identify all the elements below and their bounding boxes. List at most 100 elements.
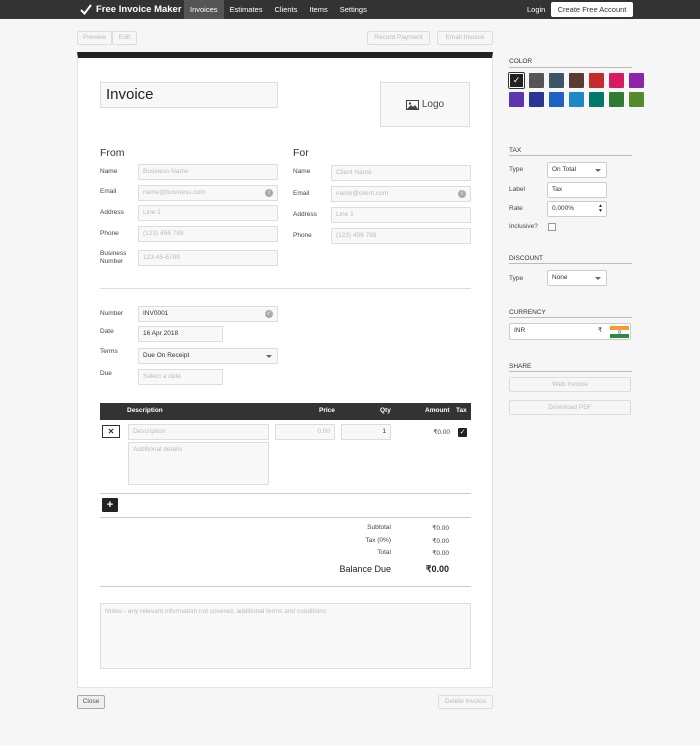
currency-select[interactable]: INR ₹ xyxy=(509,323,631,340)
logo-upload[interactable]: Logo xyxy=(380,82,470,127)
login-link[interactable]: Login xyxy=(527,0,545,19)
remove-item-button[interactable]: ✕ xyxy=(102,425,120,438)
color-swatch[interactable] xyxy=(629,92,644,107)
from-heading: From xyxy=(100,147,125,159)
divider xyxy=(100,288,471,289)
client-email-input[interactable]: name@client.com i xyxy=(331,186,471,202)
color-swatch[interactable] xyxy=(529,92,544,107)
tax-label-input[interactable]: Tax xyxy=(547,182,607,198)
nav-clients[interactable]: Clients xyxy=(268,0,303,19)
download-pdf-button[interactable]: Download PDF xyxy=(509,400,631,415)
spinner-arrows-icon[interactable]: ▲ ▼ xyxy=(598,204,603,214)
divider xyxy=(509,67,632,68)
col-tax: Tax xyxy=(456,407,467,414)
logo-label: Logo xyxy=(421,99,445,110)
business-number-label-line2: Number xyxy=(100,258,124,265)
delete-invoice-button[interactable]: Delete Invoice xyxy=(438,695,493,709)
share-heading: SHARE xyxy=(509,363,532,370)
color-swatch[interactable] xyxy=(549,92,564,107)
invoice-title-input[interactable]: Invoice xyxy=(100,82,278,108)
edit-button[interactable]: Edit xyxy=(112,31,137,45)
brand[interactable]: Free Invoice Maker xyxy=(80,0,182,19)
business-email-placeholder: name@business.com xyxy=(143,189,206,196)
business-phone-input[interactable]: (123) 456 789 xyxy=(138,226,278,242)
color-swatch[interactable]: ✓ xyxy=(508,72,525,89)
color-swatch[interactable] xyxy=(589,73,604,88)
notes-textarea[interactable]: Notes - any relevant information not cov… xyxy=(100,603,471,669)
balance-due-value: ₹0.00 xyxy=(425,564,449,574)
business-number-label: Business Number xyxy=(100,250,126,266)
tax-type-label: Type xyxy=(509,166,524,173)
color-swatch[interactable] xyxy=(529,73,544,88)
subtotal-label: Subtotal xyxy=(367,524,391,531)
tax-type-select[interactable]: On Total xyxy=(547,162,607,178)
info-icon: i xyxy=(265,189,273,197)
terms-value: Due On Receipt xyxy=(143,352,190,359)
divider xyxy=(100,517,471,518)
color-swatch[interactable] xyxy=(569,92,584,107)
divider xyxy=(509,371,632,372)
color-swatch[interactable] xyxy=(509,92,524,107)
add-item-button[interactable]: + xyxy=(102,498,118,512)
due-label: Due xyxy=(100,370,112,377)
business-name-input[interactable]: Business Name xyxy=(138,164,278,180)
web-invoice-button[interactable]: Web Invoice xyxy=(509,377,631,392)
terms-select[interactable]: Due On Receipt xyxy=(138,348,278,364)
info-icon: i xyxy=(458,190,466,198)
chevron-down-icon xyxy=(266,355,272,358)
close-button[interactable]: Close xyxy=(77,695,105,709)
business-number-label-line1: Business xyxy=(100,250,127,257)
nav-settings[interactable]: Settings xyxy=(334,0,373,19)
client-address-input[interactable]: Line 1 xyxy=(331,207,471,223)
check-icon: ✓ xyxy=(265,310,273,318)
color-swatch[interactable] xyxy=(609,73,624,88)
client-phone-input[interactable]: (123) 456 789 xyxy=(331,228,471,244)
currency-symbol: ₹ xyxy=(598,327,603,334)
nav-items[interactable]: Items xyxy=(303,0,333,19)
col-description: Description xyxy=(127,407,163,414)
color-swatch[interactable] xyxy=(589,92,604,107)
client-email-placeholder: name@client.com xyxy=(336,190,389,197)
item-qty-input[interactable]: 1 xyxy=(341,424,391,440)
item-amount: ₹0.00 xyxy=(433,429,450,436)
color-swatch[interactable] xyxy=(569,73,584,88)
subtotal-value: ₹0.00 xyxy=(432,525,449,532)
from-phone-label: Phone xyxy=(100,230,119,237)
for-email-label: Email xyxy=(293,190,310,197)
business-address-input[interactable]: Line 1 xyxy=(138,205,278,221)
business-number-input[interactable]: 123-45-6789 xyxy=(138,250,278,266)
nav-links: Invoices Estimates Clients Items Setting… xyxy=(184,0,373,19)
record-payment-button[interactable]: Record Payment xyxy=(367,31,430,45)
color-swatch[interactable] xyxy=(549,73,564,88)
date-label: Date xyxy=(100,328,114,335)
discount-type-select[interactable]: None xyxy=(547,270,607,286)
due-date-input[interactable]: Select a date xyxy=(138,369,223,385)
discount-type-label: Type xyxy=(509,275,524,282)
tax-total-label: Tax (0%) xyxy=(365,537,391,544)
invoice-date-input[interactable]: 16 Apr 2018 xyxy=(138,326,223,342)
item-price-input[interactable]: 0.00 xyxy=(275,424,335,440)
preview-button[interactable]: Preview xyxy=(77,31,112,45)
item-description-input[interactable]: Description xyxy=(128,424,269,440)
client-name-input[interactable]: Client Name xyxy=(331,165,471,181)
invoice-number-input[interactable]: INV0001 ✓ xyxy=(138,306,278,322)
create-account-button[interactable]: Create Free Account xyxy=(551,2,633,17)
from-email-label: Email xyxy=(100,188,117,195)
discount-type-value: None xyxy=(552,274,568,281)
inclusive-checkbox[interactable] xyxy=(548,223,556,231)
item-details-input[interactable]: Additional details xyxy=(128,442,269,485)
number-label: Number xyxy=(100,310,124,317)
currency-heading: CURRENCY xyxy=(509,309,546,316)
nav-invoices[interactable]: Invoices xyxy=(184,0,224,19)
tax-rate-input[interactable]: 0.000% ▲ ▼ xyxy=(547,201,607,217)
for-phone-label: Phone xyxy=(293,232,312,239)
col-amount: Amount xyxy=(425,407,450,414)
tax-type-value: On Total xyxy=(552,166,577,173)
item-tax-checkbox[interactable]: ✓ xyxy=(458,428,467,437)
email-invoice-button[interactable]: Email Invoice xyxy=(437,31,493,45)
business-email-input[interactable]: name@business.com i xyxy=(138,185,278,201)
color-swatch[interactable] xyxy=(609,92,624,107)
color-swatch[interactable] xyxy=(629,73,644,88)
currency-value: INR xyxy=(514,327,526,334)
nav-estimates[interactable]: Estimates xyxy=(224,0,269,19)
